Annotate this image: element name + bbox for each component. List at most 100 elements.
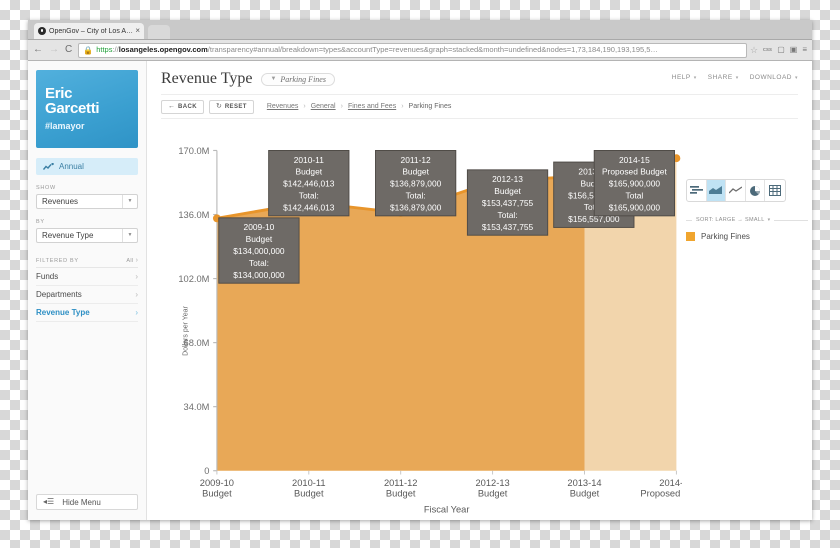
back-button-label: BACK bbox=[178, 103, 197, 110]
share-label: SHARE bbox=[707, 74, 733, 81]
opengov-app: Eric Garcetti #lamayor Annual SHOW Reven… bbox=[28, 61, 812, 520]
browser-menu-icon[interactable]: ≡ bbox=[802, 46, 807, 54]
svg-text:Budget: Budget bbox=[386, 487, 416, 498]
svg-text:2013-14: 2013-14 bbox=[567, 477, 601, 488]
svg-text:136.0M: 136.0M bbox=[178, 209, 209, 220]
close-icon[interactable]: × bbox=[135, 27, 140, 35]
svg-text:$142,446,013: $142,446,013 bbox=[283, 179, 335, 189]
svg-text:Budget: Budget bbox=[246, 234, 273, 244]
breadcrumb-item-current: Parking Fines bbox=[408, 103, 452, 110]
by-select-value: Revenue Type bbox=[42, 231, 94, 240]
url-host: losangeles.opengov.com bbox=[118, 46, 208, 54]
breadcrumb-item[interactable]: Fines and Fees bbox=[348, 103, 396, 110]
help-menu[interactable]: HELP ▾ bbox=[672, 74, 697, 81]
sparkline-icon bbox=[43, 162, 54, 171]
svg-text:170.0M: 170.0M bbox=[178, 145, 209, 156]
bookmark-star-icon[interactable]: ☆ bbox=[750, 45, 758, 56]
sidebar-tab-annual-label: Annual bbox=[59, 162, 84, 171]
pie-chart-icon[interactable] bbox=[746, 180, 766, 201]
by-label: BY bbox=[36, 219, 45, 225]
area-chart[interactable]: 034.0M68.0M102.0M136.0M170.0M2009-10Budg… bbox=[159, 141, 682, 520]
refresh-icon: ↻ bbox=[215, 103, 222, 110]
hide-menu-button[interactable]: ◂☰ Hide Menu bbox=[36, 494, 138, 510]
svg-text:2009-10: 2009-10 bbox=[200, 477, 234, 488]
header-links: HELP ▾ SHARE ▾ DOWNLOAD ▾ bbox=[672, 71, 798, 81]
by-select[interactable]: Revenue Type ▼ bbox=[36, 228, 138, 243]
screen-extension-icon[interactable]: ▣ bbox=[790, 46, 798, 54]
chart-type-switcher bbox=[686, 179, 786, 202]
url-scheme: https bbox=[96, 46, 113, 54]
svg-text:68.0M: 68.0M bbox=[184, 337, 210, 348]
sort-control[interactable]: SORT: LARGE → SMALL ▾ bbox=[686, 217, 808, 223]
lock-icon: 🔒 bbox=[83, 45, 94, 55]
svg-text:Budget: Budget bbox=[202, 487, 232, 498]
forward-icon[interactable]: → bbox=[49, 45, 59, 55]
stacked-bar-chart-icon[interactable] bbox=[687, 180, 707, 201]
sidebar-filter-departments[interactable]: Departments › bbox=[36, 286, 138, 304]
address-bar-url: https://losangeles.opengov.com/transpare… bbox=[96, 46, 658, 54]
svg-text:$142,446,013: $142,446,013 bbox=[283, 202, 335, 212]
svg-text:$153,437,755: $153,437,755 bbox=[482, 198, 534, 208]
breadcrumb-item[interactable]: Revenues bbox=[267, 103, 299, 110]
action-toolbar: ← BACK ↻ RESET Revenues › General › Fine… bbox=[161, 94, 798, 119]
new-tab-button[interactable] bbox=[148, 25, 170, 39]
page-header: Revenue Type ▼ Parking Fines HELP ▾ SHARE… bbox=[147, 61, 812, 87]
svg-text:2009-10: 2009-10 bbox=[244, 222, 275, 232]
address-bar[interactable]: 🔒 https://losangeles.opengov.com/transpa… bbox=[78, 42, 747, 58]
chart-options-panel: SORT: LARGE → SMALL ▾ Parking Fines bbox=[686, 179, 808, 241]
chevron-down-icon: ▾ bbox=[693, 74, 697, 81]
divider bbox=[774, 219, 808, 221]
show-select[interactable]: Revenues ▼ bbox=[36, 194, 138, 209]
browser-extension-icons: css ▢ ▣ ≡ bbox=[763, 46, 807, 54]
chevron-down-icon: ▾ bbox=[735, 74, 739, 81]
css-extension-icon[interactable]: css bbox=[763, 47, 772, 53]
sidebar-filter-funds[interactable]: Funds › bbox=[36, 268, 138, 286]
svg-text:$165,900,000: $165,900,000 bbox=[609, 202, 661, 212]
mayor-card: Eric Garcetti #lamayor bbox=[36, 70, 138, 148]
active-filter-pill[interactable]: ▼ Parking Fines bbox=[261, 72, 335, 86]
sidebar-filter-revenue-type[interactable]: Revenue Type › bbox=[36, 304, 138, 322]
breadcrumb-item[interactable]: General bbox=[311, 103, 336, 110]
hide-menu-label: Hide Menu bbox=[62, 497, 101, 507]
browser-tab-strip: OpenGov – City of Los Ang × bbox=[28, 20, 812, 40]
line-chart-icon[interactable] bbox=[726, 180, 746, 201]
frame-extension-icon[interactable]: ▢ bbox=[777, 46, 785, 54]
mayor-handle: #lamayor bbox=[45, 120, 85, 131]
breadcrumb-separator-icon: › bbox=[340, 103, 343, 110]
legend-item[interactable]: Parking Fines bbox=[686, 232, 808, 241]
svg-text:$134,000,000: $134,000,000 bbox=[233, 246, 285, 256]
area-chart-icon[interactable] bbox=[706, 180, 727, 201]
sidebar-tab-annual[interactable]: Annual bbox=[36, 158, 138, 175]
funnel-icon: ▼ bbox=[270, 76, 277, 82]
divider bbox=[686, 219, 692, 221]
chevron-right-icon: › bbox=[135, 289, 138, 299]
svg-text:2011-12: 2011-12 bbox=[384, 477, 418, 488]
share-menu[interactable]: SHARE ▾ bbox=[708, 74, 739, 81]
table-icon[interactable] bbox=[765, 180, 785, 201]
by-field-group: BY Revenue Type ▼ bbox=[36, 219, 138, 243]
reload-icon[interactable]: C bbox=[65, 45, 72, 55]
browser-tab[interactable]: OpenGov – City of Los Ang × bbox=[34, 23, 144, 39]
svg-text:Total:: Total: bbox=[406, 191, 426, 201]
svg-text:$134,000,000: $134,000,000 bbox=[233, 270, 285, 280]
page-title-wrap: Revenue Type ▼ Parking Fines bbox=[161, 71, 672, 87]
svg-text:Total:: Total: bbox=[249, 258, 269, 268]
svg-text:Total:: Total: bbox=[498, 210, 518, 220]
download-label: DOWNLOAD bbox=[749, 74, 792, 81]
page-title: Revenue Type bbox=[161, 70, 253, 87]
back-icon[interactable]: ← bbox=[33, 45, 43, 55]
active-filter-pill-label: Parking Fines bbox=[280, 74, 326, 84]
download-menu[interactable]: DOWNLOAD ▾ bbox=[750, 74, 798, 81]
svg-text:Proposed Budget: Proposed Budget bbox=[640, 487, 682, 498]
filtered-by-header: FILTERED BY All › bbox=[36, 257, 138, 268]
filtered-by-all-label[interactable]: All bbox=[126, 258, 133, 264]
filter-label: Funds bbox=[36, 272, 59, 281]
svg-text:34.0M: 34.0M bbox=[184, 401, 210, 412]
help-label: HELP bbox=[671, 74, 691, 81]
svg-text:Total:: Total: bbox=[299, 191, 319, 201]
back-button[interactable]: ← BACK bbox=[161, 99, 204, 114]
sort-label: SORT: LARGE → SMALL bbox=[696, 217, 765, 223]
legend-swatch bbox=[686, 232, 695, 241]
arrow-left-icon: ← bbox=[168, 103, 175, 110]
reset-button[interactable]: ↻ RESET bbox=[208, 99, 254, 114]
